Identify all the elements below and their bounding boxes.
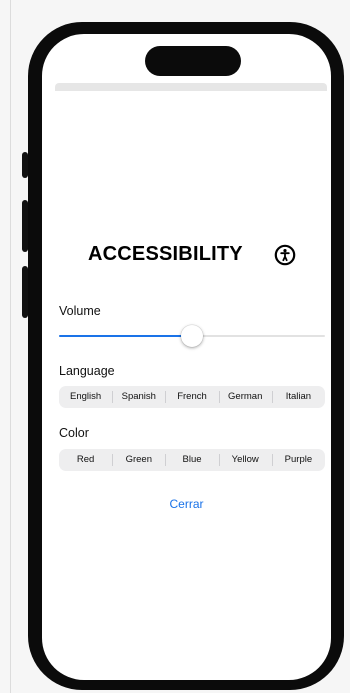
volume-label: Volume: [59, 304, 101, 318]
color-label: Color: [59, 426, 89, 440]
language-option-german[interactable]: German: [218, 386, 272, 408]
language-segmented-control: English Spanish French German Italian: [59, 386, 325, 408]
color-option-purple[interactable]: Purple: [271, 449, 325, 471]
window-edge: [10, 0, 11, 693]
color-option-blue[interactable]: Blue: [165, 449, 218, 471]
close-button[interactable]: Cerrar: [42, 497, 331, 511]
language-option-spanish[interactable]: Spanish: [112, 386, 165, 408]
page-title: ACCESSIBILITY: [88, 243, 243, 265]
header: ACCESSIBILITY: [42, 239, 331, 273]
color-segmented-control: Red Green Blue Yellow Purple: [59, 449, 325, 471]
language-label: Language: [59, 364, 115, 378]
sheet-top-strip: [55, 83, 327, 91]
color-option-green[interactable]: Green: [112, 449, 165, 471]
volume-slider-fill: [59, 335, 192, 337]
language-option-italian[interactable]: Italian: [271, 386, 325, 408]
language-option-french[interactable]: French: [165, 386, 218, 408]
volume-slider[interactable]: [59, 325, 325, 347]
phone-frame: ACCESSIBILITY Volume Language English Sp…: [28, 22, 344, 690]
color-option-red[interactable]: Red: [59, 449, 112, 471]
volume-slider-thumb[interactable]: [181, 325, 203, 347]
accessibility-icon[interactable]: [274, 244, 296, 266]
language-option-english[interactable]: English: [59, 386, 112, 408]
color-option-yellow[interactable]: Yellow: [218, 449, 272, 471]
phone-screen: ACCESSIBILITY Volume Language English Sp…: [42, 34, 331, 680]
dynamic-island: [145, 46, 241, 76]
